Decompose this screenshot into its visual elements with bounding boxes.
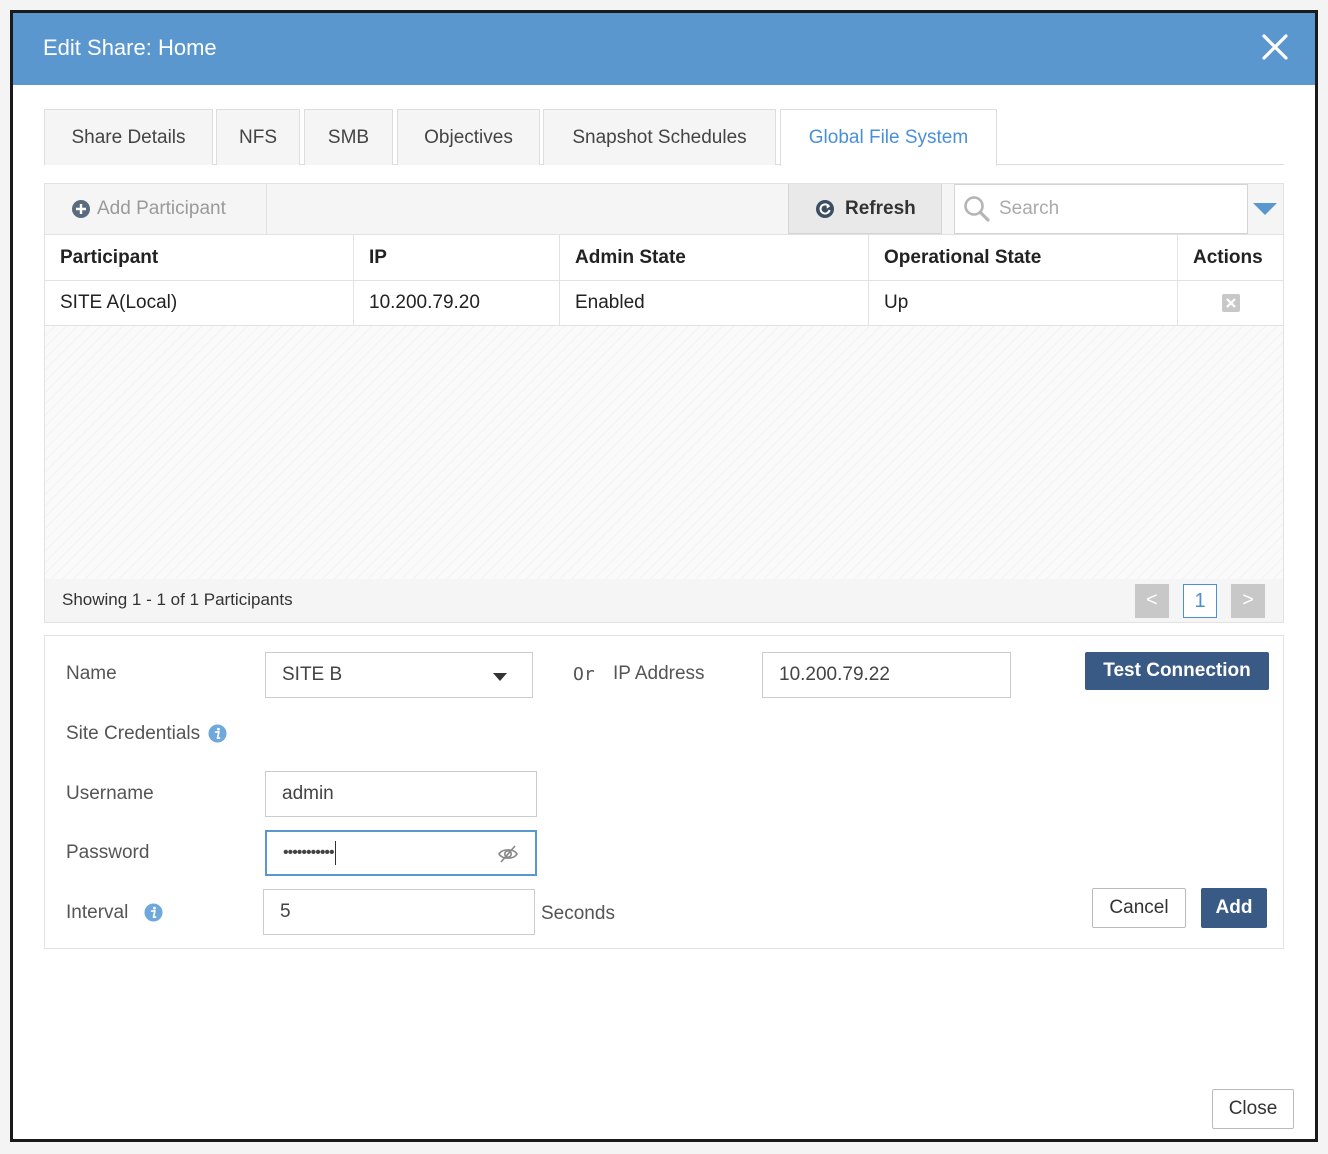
name-select-value: SITE B (282, 664, 343, 685)
test-connection-button[interactable]: Test Connection (1085, 652, 1269, 690)
table-row[interactable]: SITE A(Local) 10.200.79.20 Enabled Up (45, 281, 1283, 326)
column-header-operational-state[interactable]: Operational State (869, 235, 1178, 280)
interval-label: Interval (66, 902, 129, 923)
close-icon[interactable] (1261, 33, 1289, 61)
cell-admin-state: Enabled (560, 281, 869, 325)
add-participant-button[interactable]: Add Participant (45, 184, 267, 234)
dialog-title: Edit Share: Home (43, 35, 217, 60)
ip-address-input[interactable]: 10.200.79.22 (762, 652, 1011, 698)
add-participant-form: Name SITE B Or IP Address 10.200.79.22 T… (44, 635, 1284, 949)
edit-share-dialog: Edit Share: Home Share Details NFS SMB O… (10, 10, 1318, 1142)
name-label: Name (66, 663, 117, 684)
name-select[interactable]: SITE B (265, 652, 533, 698)
password-value: ••••••••••• (283, 844, 335, 861)
refresh-button[interactable]: Refresh (788, 184, 942, 234)
site-credentials-label: Site Credentials (66, 723, 201, 744)
column-header-actions: Actions (1193, 246, 1263, 268)
pager-prev-button[interactable]: < (1135, 584, 1169, 618)
or-label: Or (573, 664, 595, 685)
username-label: Username (66, 783, 154, 804)
tab-bar: Share Details NFS SMB Objectives Snapsho… (44, 109, 1284, 166)
grid-status-text: Showing 1 - 1 of 1 Participants (62, 590, 293, 609)
password-input[interactable]: ••••••••••• (265, 830, 537, 876)
tab-objectives[interactable]: Objectives (397, 109, 540, 165)
pager-next-button[interactable]: > (1231, 584, 1265, 618)
cell-ip: 10.200.79.20 (354, 281, 560, 325)
refresh-icon (816, 199, 834, 218)
cancel-button[interactable]: Cancel (1092, 888, 1186, 928)
grid-footer: Showing 1 - 1 of 1 Participants < 1 > (44, 579, 1284, 623)
refresh-label: Refresh (845, 197, 916, 219)
cell-participant: SITE A(Local) (45, 281, 354, 325)
site-credentials-heading: Site Credentials (66, 723, 227, 745)
tab-snapshot-schedules[interactable]: Snapshot Schedules (543, 109, 776, 165)
eye-off-icon[interactable] (497, 844, 519, 864)
chevron-down-icon[interactable] (1252, 200, 1278, 218)
info-icon[interactable] (144, 903, 163, 923)
password-label: Password (66, 842, 150, 863)
plus-circle-icon (72, 200, 90, 218)
text-cursor (334, 841, 336, 865)
tab-share-details[interactable]: Share Details (44, 109, 213, 165)
column-header-participant[interactable]: Participant (45, 235, 354, 280)
add-button[interactable]: Add (1201, 888, 1267, 928)
cell-actions (1178, 281, 1283, 325)
dropdown-arrow-icon (493, 673, 507, 681)
column-header-admin-state[interactable]: Admin State (560, 235, 869, 280)
grid-header-row: Participant IP Admin State Operational S… (45, 235, 1283, 281)
info-icon[interactable] (208, 724, 227, 744)
delete-icon[interactable] (1221, 293, 1241, 313)
close-button[interactable]: Close (1212, 1089, 1294, 1129)
dialog-titlebar: Edit Share: Home (13, 13, 1315, 85)
column-header-ip[interactable]: IP (354, 235, 560, 280)
add-participant-label: Add Participant (97, 198, 226, 219)
interval-heading: Interval (66, 902, 163, 924)
cell-operational-state: Up (869, 281, 1178, 325)
search-icon (964, 196, 990, 222)
username-input[interactable]: admin (265, 771, 537, 817)
pager-page-button[interactable]: 1 (1183, 584, 1217, 618)
tab-global-file-system[interactable]: Global File System (780, 109, 997, 166)
seconds-label: Seconds (541, 903, 615, 924)
tab-nfs[interactable]: NFS (216, 109, 300, 165)
search-input[interactable] (999, 198, 1239, 220)
participants-grid: Participant IP Admin State Operational S… (44, 234, 1284, 580)
grid-toolbar: Add Participant Refresh (44, 183, 1284, 235)
ip-address-label: IP Address (613, 663, 705, 684)
search-box (954, 184, 1248, 234)
tab-smb[interactable]: SMB (304, 109, 393, 165)
interval-input[interactable]: 5 (263, 889, 535, 935)
